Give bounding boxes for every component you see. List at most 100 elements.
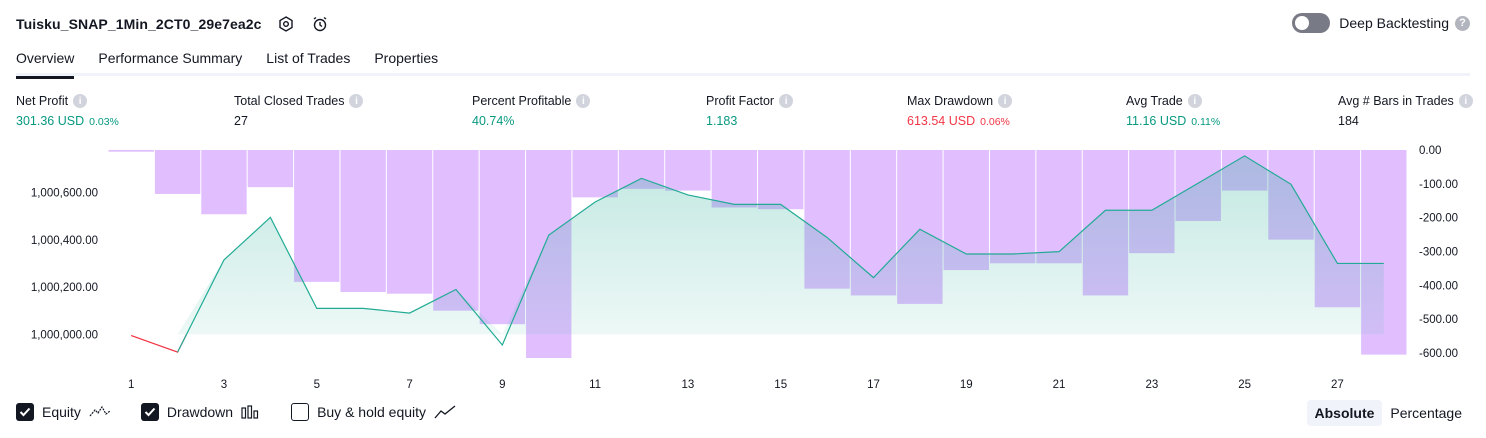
x-tick-label: 27 (1331, 379, 1344, 391)
x-tick-label: 21 (1053, 379, 1066, 391)
tab-list-of-trades[interactable]: List of Trades (266, 46, 350, 76)
metric-value: 301.36 USD (16, 114, 85, 128)
drawdown-tick-label: -200.00 (1419, 213, 1458, 225)
info-icon[interactable]: i (1187, 94, 1202, 108)
legend-label: Equity (42, 404, 81, 420)
info-icon[interactable]: i (73, 94, 88, 108)
legend-equity[interactable]: Equity (16, 403, 111, 421)
drawdown-tick-label: -400.00 (1419, 280, 1458, 292)
drawdown-bar (989, 150, 1036, 264)
x-tick-label: 7 (406, 379, 412, 391)
drawdown-axis: 0.00 -100.00 -200.00 -300.00 -400.00 -500.00 -… (1419, 145, 1458, 360)
trend-line-icon (434, 405, 456, 419)
metric-total-closed-trades: Total Closed Trades i 27 (234, 94, 364, 128)
drawdown-bar (386, 150, 433, 294)
legend-label: Drawdown (166, 404, 234, 420)
drawdown-bar (665, 150, 711, 191)
x-tick-label: 9 (499, 379, 505, 391)
metric-label: Avg Trade (1126, 94, 1183, 108)
bar-chart-icon (241, 405, 261, 419)
info-icon[interactable]: i (998, 94, 1013, 108)
buy-hold-checkbox[interactable] (291, 403, 310, 421)
metric-value: 613.54 USD (907, 114, 976, 128)
drawdown-bar (340, 150, 386, 293)
x-tick-label: 15 (774, 379, 787, 391)
drawdown-bar (433, 150, 479, 311)
metric-value: 40.74% (472, 114, 515, 128)
drawdown-bar (294, 150, 340, 282)
deep-backtesting-toggle[interactable] (1292, 13, 1331, 33)
toggle-knob (1295, 16, 1310, 30)
value-mode-switch: Absolute Percentage (1306, 400, 1471, 426)
drawdown-tick-label: -300.00 (1419, 246, 1458, 258)
absolute-button[interactable]: Absolute (1306, 400, 1383, 426)
drawdown-checkbox[interactable] (140, 403, 159, 421)
info-icon[interactable]: i (779, 94, 794, 108)
x-tick-label: 11 (589, 379, 601, 391)
deep-backtesting-label: Deep Backtesting (1339, 15, 1449, 31)
title-row: Tuisku_SNAP_1Min_2CT0_29e7ea2c (16, 12, 330, 36)
equity-negative-area (131, 334, 178, 353)
metric-percent: 0.11% (1191, 116, 1221, 128)
drawdown-bar (758, 150, 804, 210)
drawdown-bar (201, 150, 247, 215)
x-tick-label: 1 (128, 379, 134, 391)
metric-avg-trade: Avg Trade i 11.16 USD 0.11% (1126, 94, 1220, 128)
metric-net-profit: Net Profit i 301.36 USD 0.03% (16, 94, 119, 128)
drawdown-bar (247, 150, 294, 188)
metric-label: Net Profit (16, 94, 69, 108)
x-tick-label: 5 (314, 379, 320, 391)
percentage-button[interactable]: Percentage (1382, 400, 1470, 426)
x-tick-label: 19 (960, 379, 973, 391)
equity-tick-label: 1,000,000.00 (31, 329, 98, 341)
equity-drawdown-chart[interactable]: 1,000,000.00 1,000,200.00 1,000,400.00 1,00… (0, 140, 1486, 395)
tab-properties[interactable]: Properties (374, 46, 438, 76)
x-tick-label: 25 (1238, 379, 1251, 391)
chart-legend: Equity Drawdown Buy & hold equity (16, 403, 486, 421)
metric-percent-profitable: Percent Profitable i 40.74% (472, 94, 591, 128)
x-tick-label: 13 (682, 379, 695, 391)
drawdown-tick-label: -600.00 (1419, 348, 1458, 360)
settings-icon[interactable] (276, 14, 296, 34)
metric-max-drawdown: Max Drawdown i 613.54 USD 0.06% (907, 94, 1013, 128)
metric-label: Profit Factor (706, 94, 775, 108)
info-icon[interactable]: i (1458, 94, 1473, 108)
help-icon[interactable]: ? (1455, 15, 1470, 31)
equity-tick-label: 1,000,600.00 (31, 188, 98, 200)
tab-performance-summary[interactable]: Performance Summary (98, 46, 242, 76)
metric-avg-bars: Avg # Bars in Trades i 184 (1338, 94, 1473, 128)
drawdown-tick-label: 0.00 (1419, 145, 1441, 157)
x-tick-label: 3 (221, 379, 227, 391)
tab-bar: Overview Performance Summary List of Tra… (16, 46, 1470, 79)
drawdown-bar (108, 150, 154, 152)
drawdown-bar (711, 150, 757, 208)
metric-label: Max Drawdown (907, 94, 994, 108)
metric-label: Total Closed Trades (234, 94, 345, 108)
equity-axis: 1,000,000.00 1,000,200.00 1,000,400.00 1,00… (31, 188, 98, 342)
x-tick-label: 23 (1145, 379, 1158, 391)
metric-label: Avg # Bars in Trades (1338, 94, 1454, 108)
alarm-clock-icon[interactable] (310, 14, 330, 34)
info-icon[interactable]: i (576, 94, 591, 108)
metric-percent: 0.03% (89, 116, 119, 128)
drawdown-bar (572, 150, 618, 198)
x-tick-label: 17 (867, 379, 880, 391)
deep-backtesting: Deep Backtesting ? (1292, 13, 1470, 33)
metric-percent: 0.06% (980, 116, 1010, 128)
drawdown-tick-label: -100.00 (1419, 179, 1458, 191)
equity-negative-line (130, 334, 188, 353)
equity-line-icon (89, 405, 111, 419)
info-icon[interactable]: i (349, 94, 364, 108)
x-axis: 1 3 5 7 9 11 13 15 17 19 21 23 25 27 (128, 379, 1344, 391)
drawdown-bar (479, 150, 526, 325)
metric-value: 1.183 (706, 114, 738, 128)
legend-drawdown[interactable]: Drawdown (140, 403, 261, 421)
metric-profit-factor: Profit Factor i 1.183 (706, 94, 794, 128)
drawdown-bar (154, 150, 201, 194)
legend-buy-hold[interactable]: Buy & hold equity (291, 403, 456, 421)
tab-overview[interactable]: Overview (16, 46, 75, 79)
metric-label: Percent Profitable (472, 94, 572, 108)
drawdown-tick-label: -500.00 (1419, 314, 1458, 326)
equity-checkbox[interactable] (16, 403, 34, 421)
metric-value: 184 (1338, 114, 1359, 128)
